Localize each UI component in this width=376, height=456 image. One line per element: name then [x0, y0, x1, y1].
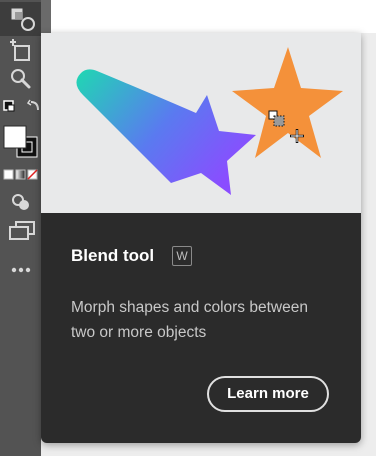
tool-tooltip-card: Blend tool W Morph shapes and colors bet… [41, 33, 361, 443]
draw-mode-button[interactable] [0, 190, 41, 212]
screen-mode-icon [9, 221, 35, 240]
swap-colors-icon [3, 99, 39, 112]
tooltip-title: Blend tool [71, 246, 155, 265]
tooltip-preview-illustration [41, 33, 361, 213]
artboard-area [51, 0, 376, 33]
zoom-tool-button[interactable] [0, 64, 41, 94]
learn-more-button[interactable]: Learn more [207, 376, 329, 412]
blend-preview-graphic [76, 47, 343, 195]
tooltip-description: Morph shapes and colors between two or m… [71, 299, 308, 341]
fill-stroke-control[interactable] [0, 124, 41, 160]
blend-tool-icon [11, 8, 35, 31]
artboard-tool-icon [10, 39, 30, 61]
more-tools-button[interactable] [0, 258, 41, 282]
screen-mode-button[interactable] [0, 218, 41, 242]
draw-mode-icon [12, 194, 29, 210]
artboard-tool-button[interactable] [0, 36, 41, 64]
color-mode-buttons[interactable] [0, 168, 41, 182]
swap-colors-button[interactable] [0, 98, 41, 118]
tools-panel [0, 0, 41, 456]
canvas-edge [41, 0, 51, 33]
blend-tool-button[interactable] [0, 2, 41, 36]
more-tools-icon [11, 267, 31, 273]
fill-stroke-icon [3, 125, 38, 158]
shortcut-key-badge: W [172, 246, 192, 266]
color-mode-icons [3, 169, 38, 180]
zoom-tool-icon [11, 69, 31, 89]
